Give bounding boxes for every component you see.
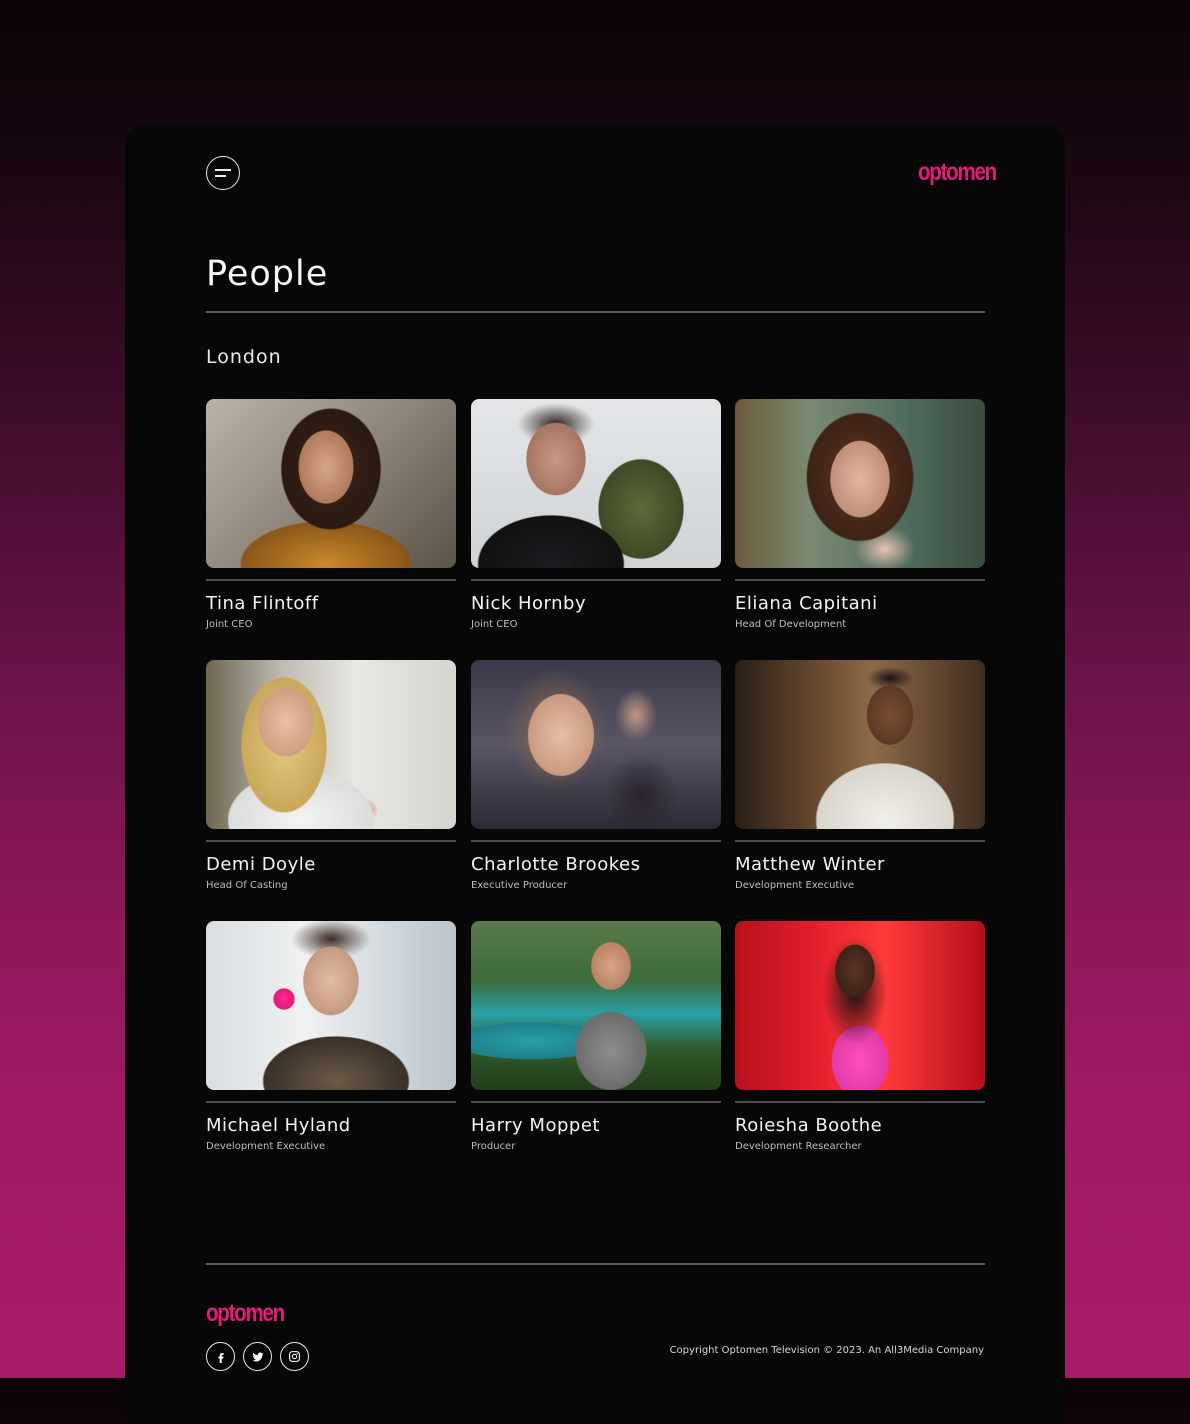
person-role: Producer [471, 1141, 516, 1152]
twitter-link[interactable] [243, 1342, 272, 1371]
person-name[interactable]: Michael Hyland [206, 1115, 351, 1136]
copyright-text: Copyright Optomen Television © 2023. An … [669, 1345, 984, 1356]
person-divider [735, 840, 985, 842]
person-role: Joint CEO [206, 619, 253, 630]
person-divider [206, 840, 456, 842]
social-links [206, 1342, 309, 1371]
person-role: Development Executive [735, 880, 855, 891]
person-photo[interactable] [735, 399, 985, 568]
hamburger-menu-icon-line [215, 175, 226, 177]
person-photo[interactable] [206, 660, 456, 829]
person-card[interactable]: Harry Moppet Producer [471, 921, 721, 1161]
person-role: Joint CEO [471, 619, 518, 630]
person-divider [206, 579, 456, 581]
person-card[interactable]: Tina Flintoff Joint CEO [206, 399, 456, 639]
person-name[interactable]: Tina Flintoff [206, 593, 319, 614]
person-card[interactable]: Nick Hornby Joint CEO [471, 399, 721, 639]
person-card[interactable]: Roiesha Boothe Development Researcher [735, 921, 985, 1161]
person-name[interactable]: Harry Moppet [471, 1115, 600, 1136]
instagram-link[interactable] [280, 1342, 309, 1371]
footer-logo[interactable]: optomen [206, 1299, 285, 1328]
person-divider [206, 1101, 456, 1103]
person-card[interactable]: Michael Hyland Development Executive [206, 921, 456, 1161]
person-name[interactable]: Charlotte Brookes [471, 854, 640, 875]
person-divider [471, 579, 721, 581]
menu-button[interactable] [206, 156, 240, 190]
title-divider [206, 311, 985, 313]
person-role: Head Of Development [735, 619, 847, 630]
person-name[interactable]: Eliana Capitani [735, 593, 878, 614]
section-title-london: London [206, 346, 282, 368]
header-logo[interactable]: optomen [918, 158, 997, 187]
person-divider [735, 1101, 985, 1103]
person-photo[interactable] [735, 660, 985, 829]
person-role: Executive Producer [471, 880, 568, 891]
person-name[interactable]: Roiesha Boothe [735, 1115, 882, 1136]
person-name[interactable]: Matthew Winter [735, 854, 885, 875]
person-divider [735, 579, 985, 581]
person-card[interactable]: Eliana Capitani Head Of Development [735, 399, 985, 639]
twitter-icon [252, 1351, 263, 1361]
person-photo[interactable] [471, 660, 721, 829]
person-name[interactable]: Demi Doyle [206, 854, 316, 875]
person-name[interactable]: Nick Hornby [471, 593, 586, 614]
person-card[interactable]: Matthew Winter Development Executive [735, 660, 985, 900]
person-photo[interactable] [206, 399, 456, 568]
page-title: People [206, 254, 329, 294]
person-photo[interactable] [471, 399, 721, 568]
instagram-icon [289, 1351, 300, 1362]
hamburger-menu-icon [215, 169, 231, 171]
person-card[interactable]: Charlotte Brookes Executive Producer [471, 660, 721, 900]
person-card[interactable]: Demi Doyle Head Of Casting [206, 660, 456, 900]
footer-divider [206, 1263, 985, 1265]
content-card: optomen People London Tina Flintoff Join… [125, 124, 1065, 1424]
person-divider [471, 1101, 721, 1103]
person-photo[interactable] [471, 921, 721, 1090]
person-role: Development Executive [206, 1141, 326, 1152]
person-role: Head Of Casting [206, 880, 288, 891]
facebook-icon [218, 1352, 223, 1363]
person-divider [471, 840, 721, 842]
facebook-link[interactable] [206, 1342, 235, 1371]
person-photo[interactable] [206, 921, 456, 1090]
person-photo[interactable] [735, 921, 985, 1090]
person-role: Development Researcher [735, 1141, 862, 1152]
